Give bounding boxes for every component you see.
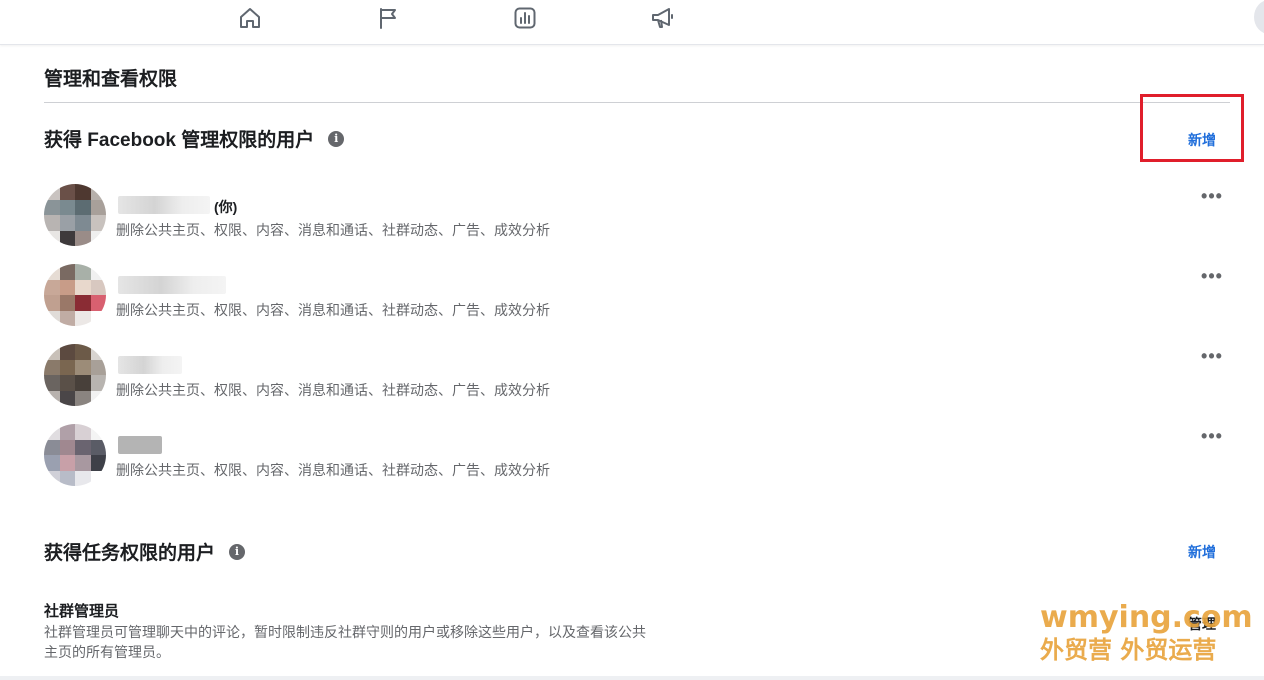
task-access-title: 获得任务权限的用户 <box>44 543 216 564</box>
user-row[interactable]: 删除公共主页、权限、内容、消息和通话、社群动态、广告、成效分析 ••• <box>44 264 1230 326</box>
bottom-edge <box>0 676 1264 680</box>
flag-icon[interactable] <box>374 4 402 32</box>
info-icon[interactable]: i <box>229 543 246 560</box>
user-avatar <box>44 424 106 486</box>
facebook-access-title: 获得 Facebook 管理权限的用户 <box>44 130 315 151</box>
user-you-label: (你) <box>214 199 238 215</box>
user-name-redacted <box>118 276 226 294</box>
facebook-access-header: 获得 Facebook 管理权限的用户 i <box>44 125 345 152</box>
watermark-text: 外贸营 外贸运营 <box>1040 636 1217 664</box>
user-permissions: 删除公共主页、权限、内容、消息和通话、社群动态、广告、成效分析 <box>116 462 550 478</box>
more-options-button[interactable]: ••• <box>1200 346 1224 370</box>
megaphone-icon[interactable] <box>649 4 677 32</box>
user-avatar <box>44 344 106 406</box>
user-name-redacted <box>118 436 162 454</box>
add-task-access-button[interactable]: 新增 <box>1188 542 1216 562</box>
info-icon[interactable]: i <box>328 130 345 147</box>
user-row[interactable]: 删除公共主页、权限、内容、消息和通话、社群动态、广告、成效分析 ••• <box>44 424 1230 486</box>
more-options-button[interactable]: ••• <box>1200 266 1224 290</box>
user-permissions: 删除公共主页、权限、内容、消息和通话、社群动态、广告、成效分析 <box>116 222 550 238</box>
user-permissions: 删除公共主页、权限、内容、消息和通话、社群动态、广告、成效分析 <box>116 382 550 398</box>
user-name-redacted <box>118 356 182 374</box>
user-avatar <box>44 264 106 326</box>
page-title: 管理和查看权限 <box>44 69 178 90</box>
user-permissions: 删除公共主页、权限、内容、消息和通话、社群动态、广告、成效分析 <box>116 302 550 318</box>
role-description: 社群管理员可管理聊天中的评论，暂时限制违反社群守则的用户或移除这些用户，以及查看… <box>44 624 646 660</box>
watermark-url: wmying.com <box>1040 600 1253 635</box>
role-title: 社群管理员 <box>44 603 120 620</box>
insights-icon[interactable] <box>511 4 539 32</box>
home-icon[interactable] <box>236 4 264 32</box>
profile-avatar[interactable] <box>1254 0 1264 34</box>
top-nav-bar <box>0 0 1264 45</box>
highlight-annotation <box>1140 94 1244 162</box>
user-name-redacted <box>118 196 210 214</box>
divider <box>44 102 1230 103</box>
more-options-button[interactable]: ••• <box>1200 426 1224 450</box>
user-avatar <box>44 184 106 246</box>
task-access-header: 获得任务权限的用户 i <box>44 538 246 565</box>
user-row[interactable]: 删除公共主页、权限、内容、消息和通话、社群动态、广告、成效分析 ••• <box>44 344 1230 406</box>
more-options-button[interactable]: ••• <box>1200 186 1224 210</box>
watermark: wmying.com 外贸营 外贸运营 <box>1040 600 1253 665</box>
user-row[interactable]: (你) 删除公共主页、权限、内容、消息和通话、社群动态、广告、成效分析 ••• <box>44 184 1230 246</box>
